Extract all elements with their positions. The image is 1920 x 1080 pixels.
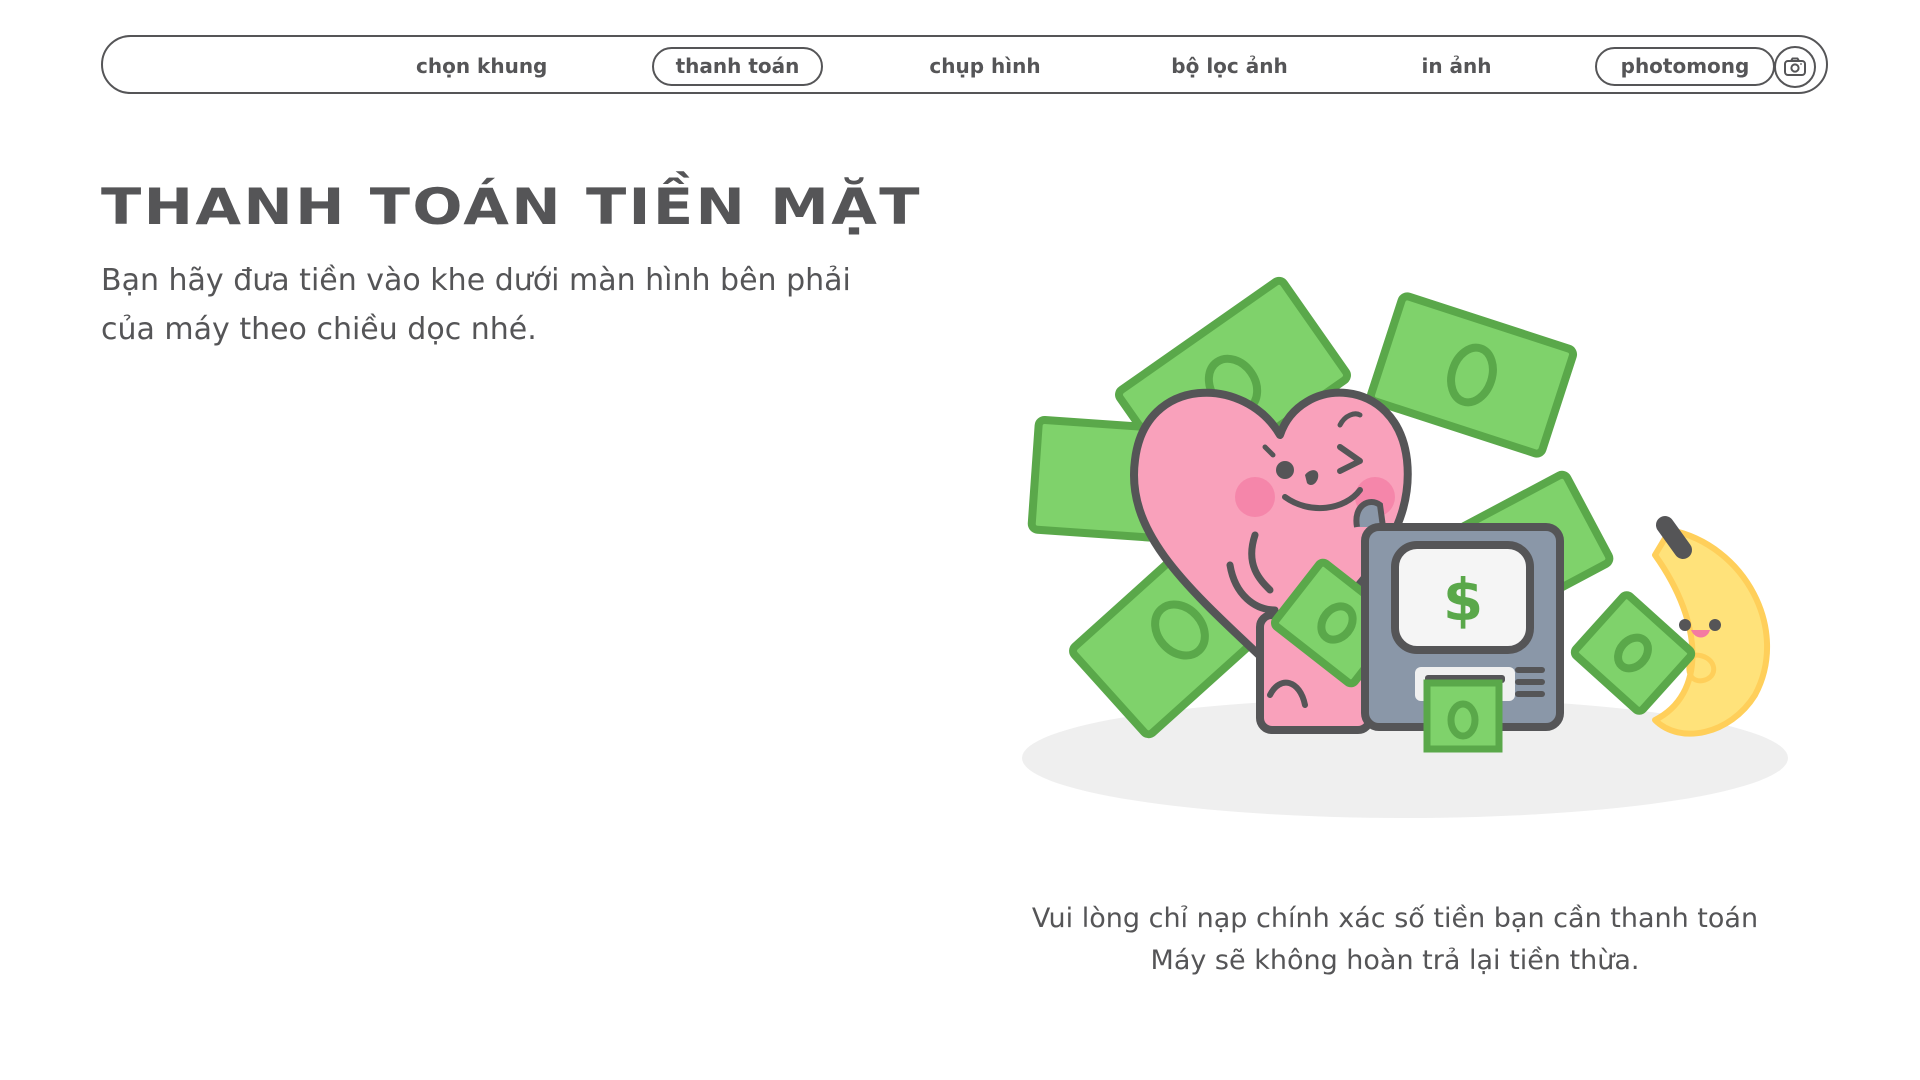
money-bill-icon [1423, 679, 1503, 753]
camera-button[interactable] [1774, 46, 1816, 88]
nav-item-chup-hinh[interactable]: chụp hình [902, 47, 1068, 86]
nav-item-in-anh[interactable]: in ảnh [1393, 47, 1520, 86]
cash-payment-illustration: $ [1022, 276, 1788, 818]
nav-item-thanh-toan[interactable]: thanh toán [652, 47, 823, 86]
nav-item-chon-khung[interactable]: chọn khung [393, 47, 569, 86]
notice-line-1: Vui lòng chỉ nạp chính xác số tiền bạn c… [1031, 903, 1759, 934]
atm-machine: $ [1353, 499, 1564, 753]
page-title: THANH TOÁN TIỀN MẶT [101, 178, 922, 236]
nav-item-bo-loc-anh[interactable]: bộ lọc ảnh [1143, 47, 1316, 86]
nav-item-photomong[interactable]: photomong [1595, 47, 1775, 86]
money-bill-icon [1570, 591, 1696, 715]
atm-screen-symbol: $ [1443, 566, 1483, 634]
instruction-text: Bạn hãy đưa tiền vào khe dưới màn hình b… [101, 263, 851, 347]
camera-icon [1784, 57, 1806, 76]
notice-line-2: Máy sẽ không hoàn trả lại tiền thừa. [1150, 945, 1640, 976]
top-navigation-bar: chọn khung thanh toán chụp hình bộ lọc ả… [101, 35, 1828, 94]
payment-notice: Vui lòng chỉ nạp chính xác số tiền bạn c… [995, 898, 1795, 982]
